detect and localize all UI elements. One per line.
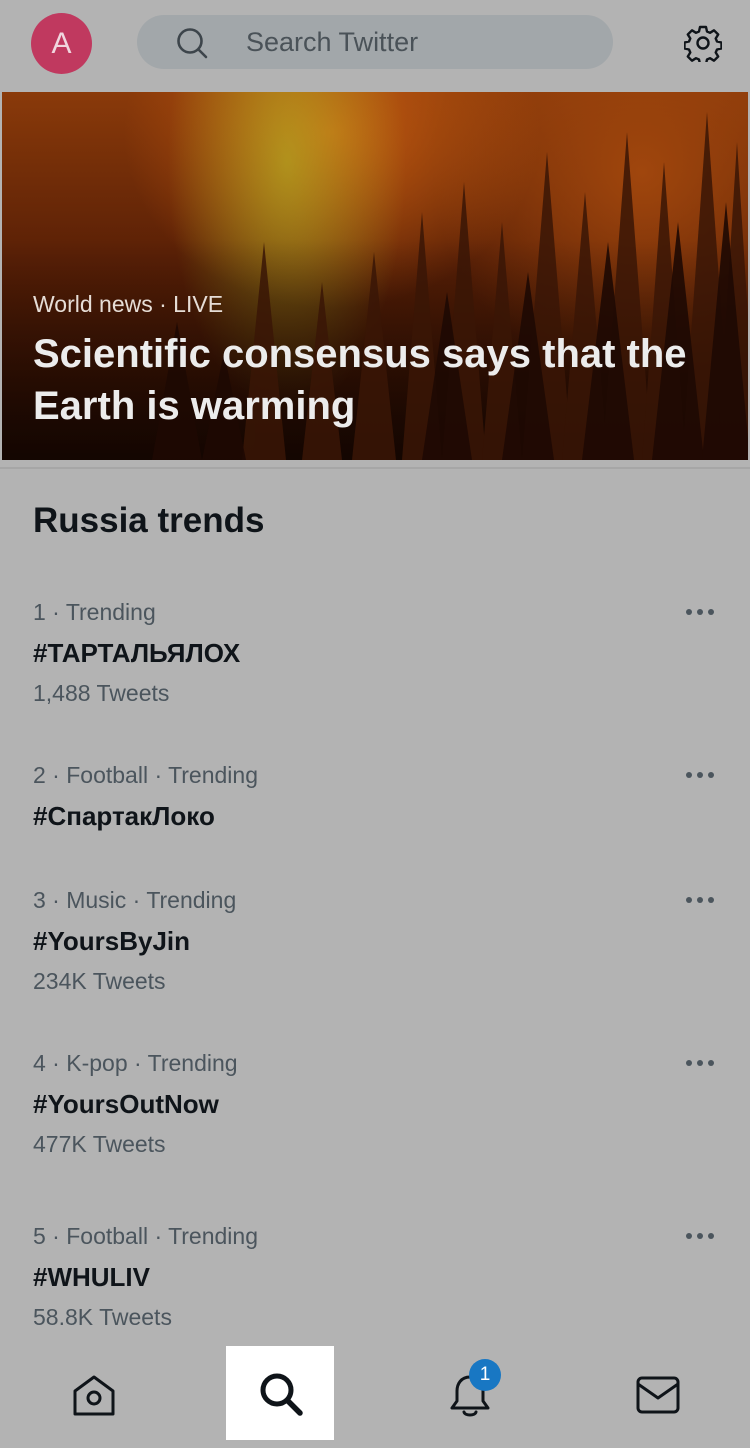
divider	[0, 467, 750, 469]
gear-icon[interactable]	[684, 24, 722, 62]
trend-count: 58.8K Tweets	[33, 1304, 172, 1330]
avatar[interactable]: A	[31, 13, 92, 74]
search-icon	[260, 1373, 303, 1416]
mail-icon	[636, 1376, 680, 1414]
more-icon[interactable]	[684, 770, 716, 780]
avatar-letter: A	[51, 26, 72, 60]
trend-meta: 2 · Football · Trending	[33, 762, 259, 788]
trend-name: #ТАРТАЛЬЯЛОХ	[33, 638, 241, 668]
trend-count: 1,488 Tweets	[33, 680, 170, 706]
nav-notifications[interactable]	[415, 1346, 523, 1440]
trend-name: #WHULIV	[33, 1262, 150, 1292]
nav-explore[interactable]	[226, 1346, 334, 1440]
trend-name: #YoursByJin	[33, 926, 191, 956]
bottom-nav	[0, 1346, 750, 1448]
trend-count: 234K Tweets	[33, 968, 166, 994]
more-icon[interactable]	[684, 1058, 716, 1068]
trend-meta: 1 · Trending	[33, 599, 156, 625]
hero-title: Scientific consensus says that the Earth…	[33, 332, 687, 428]
trend-meta: 3 · Music · Trending	[33, 887, 237, 913]
search-icon	[177, 28, 208, 59]
search-placeholder: Search Twitter	[246, 27, 419, 57]
more-icon[interactable]	[684, 607, 716, 617]
home-icon	[73, 1375, 115, 1416]
top-bar: A Search Twitter	[0, 0, 750, 90]
notification-badge: 1	[469, 1359, 501, 1391]
hero-label: World news · LIVE	[33, 291, 224, 317]
nav-messages[interactable]	[603, 1346, 711, 1440]
more-icon[interactable]	[684, 1231, 716, 1241]
trend-name: #YoursOutNow	[33, 1089, 219, 1119]
trend-meta: 4 · K-pop · Trending	[33, 1050, 238, 1076]
trend-count: 477K Tweets	[33, 1131, 166, 1157]
more-icon[interactable]	[684, 895, 716, 905]
search-input[interactable]: Search Twitter	[137, 15, 613, 69]
hero-banner[interactable]: World news · LIVE Scientific consensus s…	[2, 92, 748, 460]
trend-meta: 5 · Football · Trending	[33, 1223, 259, 1249]
trend-name: #СпартакЛоко	[33, 801, 215, 831]
section-title: Russia trends	[33, 501, 265, 540]
nav-home[interactable]	[39, 1346, 147, 1440]
